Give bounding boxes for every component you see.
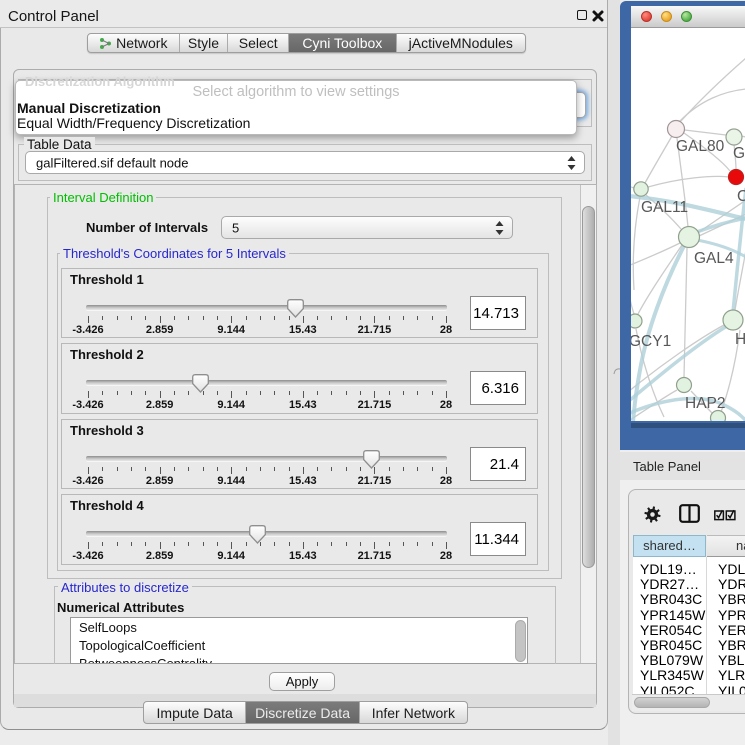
svg-text:CY: CY xyxy=(737,188,745,205)
svg-text:HAP2: HAP2 xyxy=(685,395,726,412)
svg-text:GCY1: GCY1 xyxy=(631,333,671,350)
svg-text:GAL4: GAL4 xyxy=(694,250,734,267)
svg-text:H: H xyxy=(735,331,745,348)
svg-text:GAL80: GAL80 xyxy=(676,138,725,155)
svg-text:GAL11: GAL11 xyxy=(641,199,688,216)
svg-text:GA: GA xyxy=(733,145,745,162)
